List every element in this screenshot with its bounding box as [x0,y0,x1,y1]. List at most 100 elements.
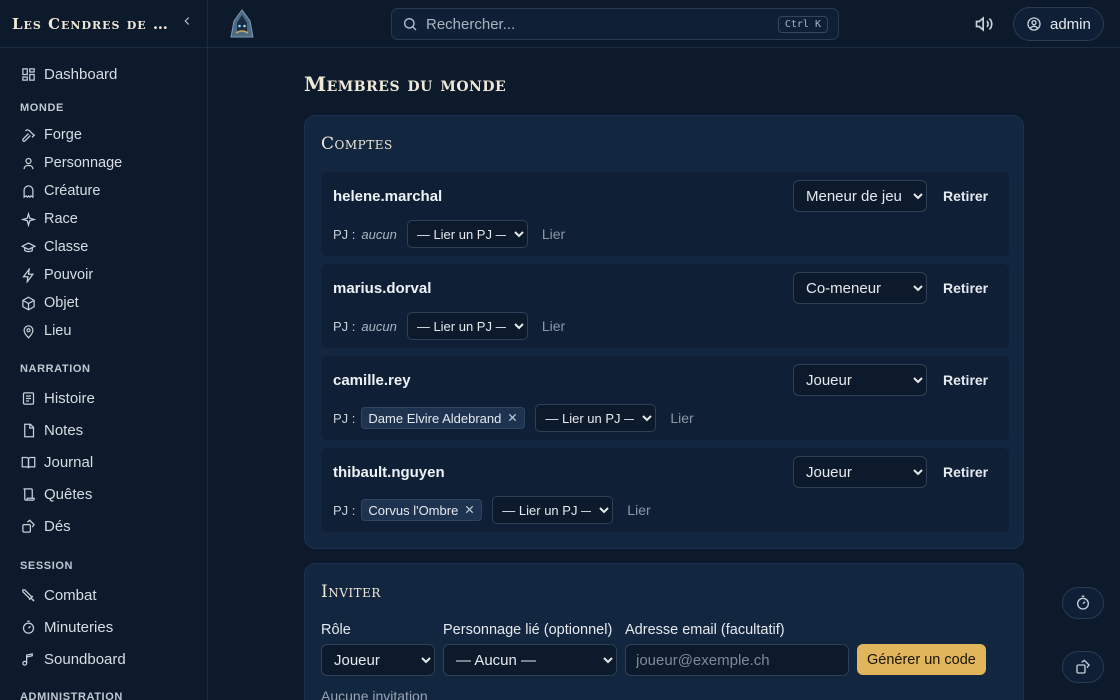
generate-code-button[interactable]: Générer un code [857,644,986,675]
book-open-icon [21,456,35,468]
remove-account-button[interactable]: Retirer [943,464,988,480]
file-text-icon [22,391,34,405]
link-pj-button[interactable]: Lier [627,502,650,518]
invite-character-select[interactable]: — Aucun — [443,644,617,676]
file-icon [23,423,34,437]
invite-role-select[interactable]: Joueur [321,644,435,676]
sidebar-item-classe[interactable]: Classe [0,233,207,261]
sidebar-item-forge[interactable]: Forge [0,121,207,149]
pj-label: PJ : [333,502,356,518]
invite-email-input[interactable] [625,644,849,676]
sidebar-item-label: Quêtes [44,485,93,503]
topbar: Ctrl K admin [208,0,1120,48]
sidebar-item-journal[interactable]: Journal [0,446,207,478]
sidebar-item-label: Forge [44,127,82,143]
sound-toggle-button[interactable] [974,14,994,34]
search-shortcut-badge: Ctrl K [777,15,828,33]
sidebar-item-label: Classe [44,239,89,255]
pj-none: aucun [361,226,397,242]
sidebar-item-dashboard[interactable]: Dashboard [0,58,207,90]
sidebar-item-label: Journal [44,453,94,471]
invite-title: Inviter [321,582,381,602]
sidebar-item-pouvoir[interactable]: Pouvoir [0,261,207,289]
account-username: thibault.nguyen [333,464,445,481]
sidebar-item-minuteries[interactable]: Minuteries [0,611,207,643]
search-input[interactable] [426,15,778,33]
stopwatch-icon [1077,595,1089,610]
no-invites-text: Aucune invitation [321,688,428,700]
account-pj-row: PJ : aucun — Lier un PJ — Lier [333,220,565,248]
close-icon [466,505,474,513]
unlink-pj-button[interactable] [507,411,518,426]
remove-account-button[interactable]: Retirer [943,188,988,204]
sidebar-item-race[interactable]: Race [0,205,207,233]
search-bar[interactable]: Ctrl K [391,8,839,40]
sidebar-item-combat[interactable]: Combat [0,579,207,611]
sidebar-item-notes[interactable]: Notes [0,414,207,446]
sidebar-section-monde: Monde [20,102,64,114]
pj-chip-label: Dame Elvire Aldebrand [368,410,502,426]
sidebar-item-quetes[interactable]: Quêtes [0,478,207,510]
app-logo[interactable] [228,9,256,39]
sidebar-item-objet[interactable]: Objet [0,289,207,317]
link-pj-button[interactable]: Lier [542,318,565,334]
remove-account-button[interactable]: Retirer [943,372,988,388]
account-row: camille.rey Joueur Retirer PJ : Dame Elv… [321,356,1009,440]
music-note-icon [21,652,33,666]
unlink-pj-button[interactable] [464,503,475,518]
sidebar-section-narration: Narration [20,363,91,375]
sidebar-item-label: Race [44,211,78,227]
sidebar-item-des[interactable]: Dés [0,510,207,542]
collapse-sidebar-button[interactable] [179,14,195,33]
pj-label: PJ : [333,410,356,426]
sidebar-item-soundboard[interactable]: Soundboard [0,643,207,675]
sidebar-item-creature[interactable]: Créature [0,177,207,205]
sidebar-item-label: Personnage [44,155,123,171]
dashboard-icon [21,67,35,81]
sidebar-item-label: Lieu [44,323,72,339]
hooded-figure-logo-icon [230,9,254,38]
account-pj-row: PJ : aucun — Lier un PJ — Lier [333,312,565,340]
sidebar-item-personnage[interactable]: Personnage [0,149,207,177]
graduation-cap-icon [20,241,36,252]
account-role-select[interactable]: Joueur [793,456,927,488]
sidebar-item-lieu[interactable]: Lieu [0,317,207,345]
sidebar-header: Les Cendres de S... [0,0,207,48]
chevron-left-icon [184,17,190,25]
page-title: Membres du monde [304,72,507,96]
sidebar-item-label: Combat [44,586,97,604]
sidebar: Les Cendres de S... Dashboard Monde Forg… [0,0,208,700]
sidebar-item-label: Pouvoir [44,267,94,283]
sidebar-section-session: Session [20,560,74,572]
account-row: thibault.nguyen Joueur Retirer PJ : Corv… [321,448,1009,532]
dice-fab-button[interactable] [1062,651,1104,683]
remove-account-button[interactable]: Retirer [943,280,988,296]
accounts-card: Comptes helene.marchal Meneur de jeu Ret… [304,115,1024,549]
user-menu-button[interactable]: admin [1013,7,1104,41]
timer-fab-button[interactable] [1062,587,1104,619]
invite-email-label: Adresse email (facultatif) [625,622,785,638]
sidebar-item-label: Dés [44,517,71,535]
package-icon [21,296,35,310]
sidebar-item-label: Créature [44,183,101,199]
link-pj-select[interactable]: — Lier un PJ — [492,496,614,524]
sidebar-section-administration: Administration [20,691,123,700]
account-role-select[interactable]: Meneur de jeu [793,180,927,212]
link-pj-select[interactable]: — Lier un PJ — [406,220,528,248]
sidebar-item-histoire[interactable]: Histoire [0,382,207,414]
link-pj-button[interactable]: Lier [670,410,693,426]
map-pin-icon [22,324,34,339]
user-icon [23,157,33,169]
account-role-select[interactable]: Joueur [793,364,927,396]
link-pj-select[interactable]: — Lier un PJ — [406,312,528,340]
sword-icon [21,588,35,602]
account-username: marius.dorval [333,280,432,297]
pj-chip: Dame Elvire Aldebrand [361,407,526,429]
account-role-select[interactable]: Co-meneur [793,272,927,304]
account-username: camille.rey [333,372,411,389]
pj-chip: Corvus l'Ombre [361,499,483,521]
user-name: admin [1050,15,1091,33]
link-pj-button[interactable]: Lier [542,226,565,242]
timer-icon [22,620,34,634]
link-pj-select[interactable]: — Lier un PJ — [535,404,657,432]
